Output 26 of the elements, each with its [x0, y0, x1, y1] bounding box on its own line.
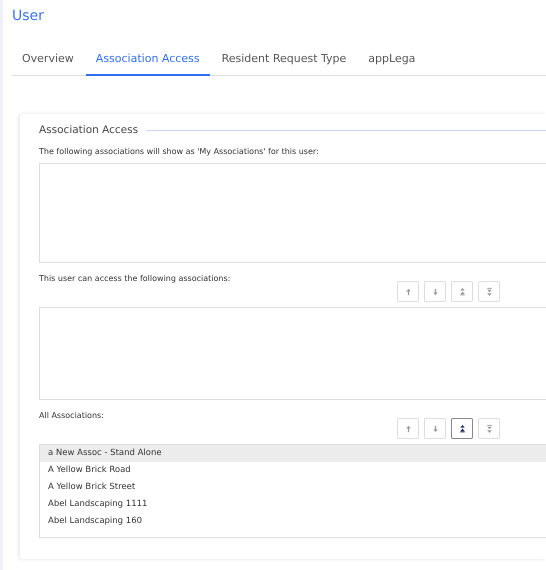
list-box[interactable] — [39, 163, 546, 263]
tab[interactable]: Overview — [12, 48, 84, 76]
move-bottom-icon — [484, 424, 494, 433]
move-top-icon — [458, 287, 466, 296]
field-label: The following associations will show as 'My Associations' for this user: — [39, 147, 320, 158]
page-title: User — [12, 7, 45, 26]
arrow-up-icon — [404, 287, 412, 296]
field-label: This user can access the following associations: — [39, 274, 232, 285]
arrow-up-icon — [404, 424, 412, 433]
field-label: All Associations: — [39, 411, 105, 422]
tab[interactable]: Resident Request Type — [212, 48, 356, 76]
section-title: Association Access — [39, 124, 138, 136]
list-item[interactable]: A Yellow Brick Street — [40, 479, 546, 496]
list-item[interactable]: Abel Landscaping 1111 — [40, 496, 546, 513]
arrow-down-icon — [430, 287, 440, 296]
move-top-icon — [458, 424, 466, 433]
tab[interactable]: Association Access — [86, 48, 210, 76]
tab[interactable]: appLega — [358, 48, 426, 76]
list-item[interactable]: A Yellow Brick Road — [40, 462, 546, 479]
list-box[interactable]: a New Assoc - Stand Alone A Yellow Brick Road A Yellow Brick Street Abel Landscaping 1111 Abel Landscaping 160 — [39, 444, 546, 538]
move-bottom-icon — [484, 287, 494, 296]
list-item[interactable]: Abel Landscaping 160 — [40, 513, 546, 530]
arrow-down-icon — [430, 424, 440, 433]
move-button[interactable] — [451, 418, 473, 439]
list-item[interactable]: a New Assoc - Stand Alone — [40, 445, 546, 462]
list-box[interactable] — [39, 307, 546, 400]
